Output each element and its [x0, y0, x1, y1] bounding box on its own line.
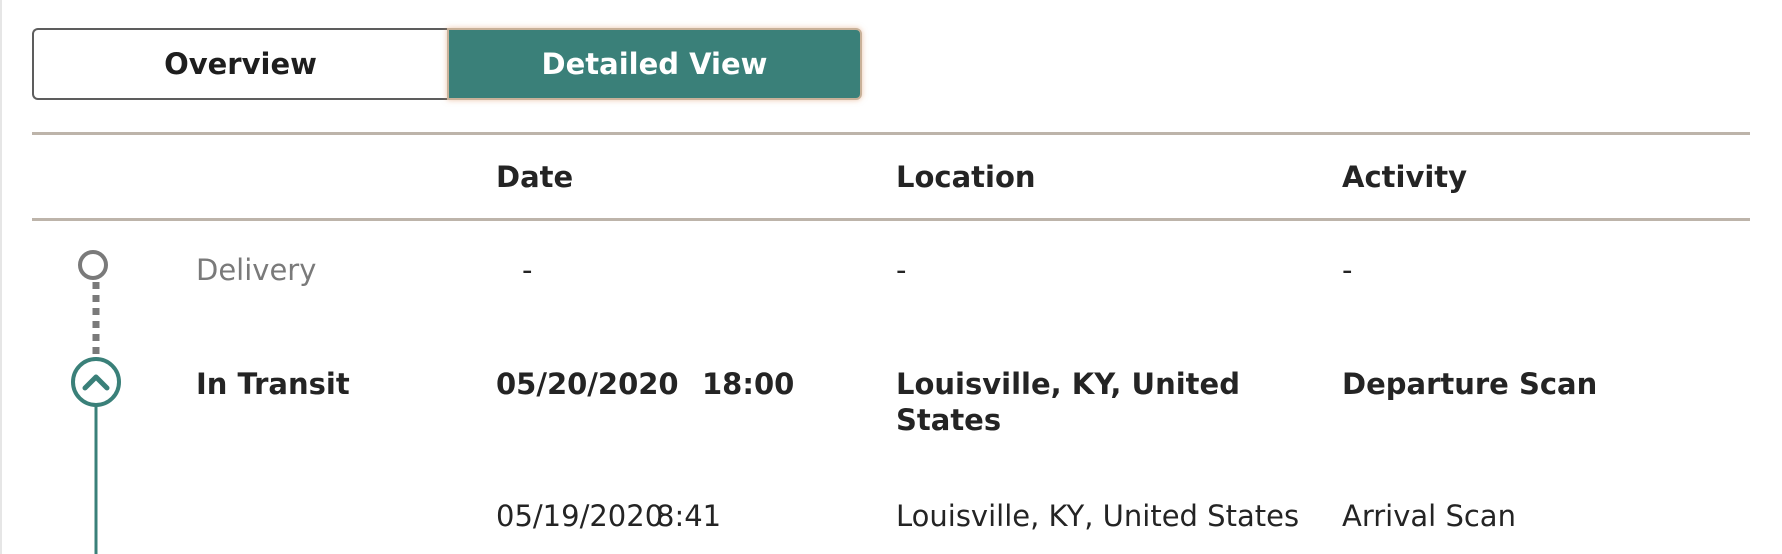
row-location: Louisville, KY, United States [896, 499, 1300, 533]
status-label-in-transit: In Transit [196, 367, 350, 401]
pending-status-circle-icon [78, 250, 108, 280]
row-location: - [896, 253, 907, 287]
row-activity: Arrival Scan [1342, 499, 1516, 533]
overview-tab[interactable]: Overview [32, 28, 447, 100]
row-activity: Departure Scan [1342, 367, 1598, 401]
view-toggle: Overview Detailed View [32, 28, 862, 100]
tracking-details-page: Overview Detailed View Date Location Act… [0, 0, 1782, 554]
detailed-view-tab[interactable]: Detailed View [447, 28, 862, 100]
collapse-chevron-up-icon[interactable] [71, 357, 121, 407]
frame-edge [0, 0, 2, 554]
column-header-date: Date [496, 160, 574, 194]
row-location: Louisville, KY, United States [896, 367, 1240, 437]
table-header-rule [32, 218, 1750, 221]
row-date: - [522, 253, 533, 287]
row-date: 05/19/2020 [496, 499, 664, 533]
table-top-rule [32, 132, 1750, 135]
chevron-up-icon [82, 374, 110, 391]
status-label-delivery: Delivery [196, 253, 317, 287]
column-header-location: Location [896, 160, 1036, 194]
row-activity: - [1342, 253, 1353, 287]
row-date: 05/20/2020 [496, 367, 679, 401]
row-time: 8:41 [656, 499, 722, 533]
column-header-activity: Activity [1342, 160, 1468, 194]
row-time: 18:00 [702, 367, 795, 401]
